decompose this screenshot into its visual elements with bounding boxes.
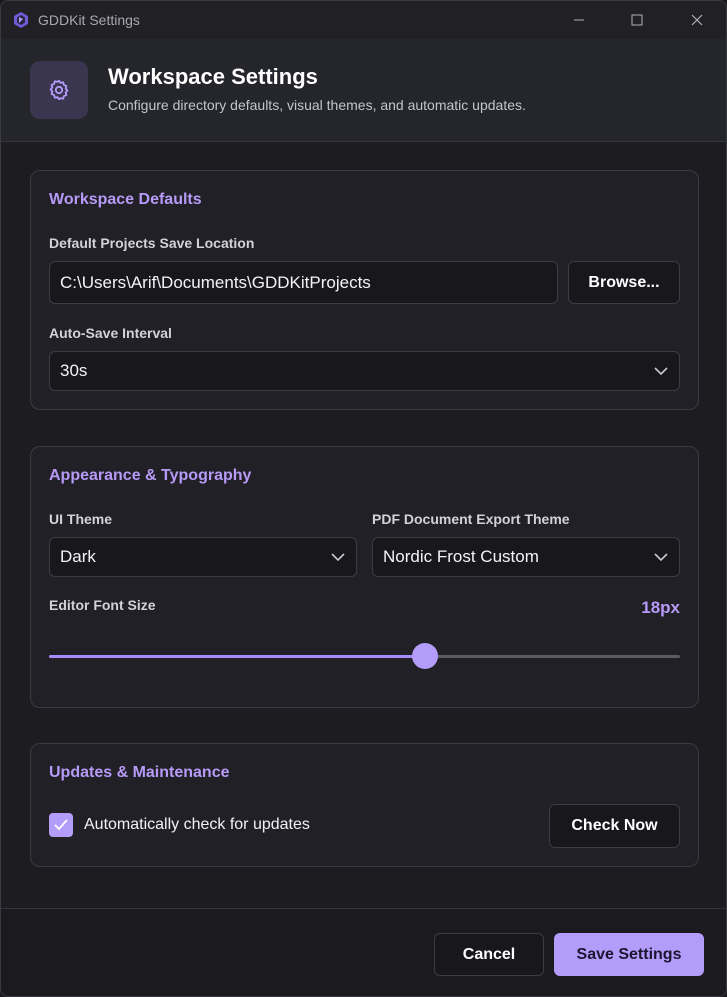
updates-title: Updates & Maintenance — [49, 764, 230, 781]
maximize-button[interactable] — [608, 1, 666, 39]
slider-thumb[interactable] — [412, 643, 439, 669]
checkmark-icon — [54, 819, 68, 831]
close-icon — [691, 14, 703, 26]
title-bar: GDDKit Settings — [1, 1, 726, 39]
maximize-icon — [631, 14, 643, 26]
font-size-slider[interactable] — [49, 643, 680, 669]
cancel-button[interactable]: Cancel — [434, 933, 544, 976]
close-button[interactable] — [668, 1, 726, 39]
updates-card: Updates & Maintenance Automatically chec… — [30, 743, 699, 867]
ui-theme-label: UI Theme — [49, 511, 113, 527]
autosave-select[interactable]: 30s — [49, 351, 680, 391]
auto-check-checkbox[interactable] — [49, 813, 73, 837]
autosave-label: Auto-Save Interval — [49, 325, 172, 341]
save-location-label: Default Projects Save Location — [49, 235, 255, 251]
autosave-selected-value: 30s — [60, 361, 88, 380]
page-subtitle: Configure directory defaults, visual the… — [108, 97, 526, 113]
chevron-down-icon — [654, 553, 668, 562]
save-location-input[interactable]: C:\Users\Arif\Documents\GDDKitProjects — [49, 261, 558, 304]
page-title: Workspace Settings — [108, 64, 318, 89]
window-title: GDDKit Settings — [38, 12, 140, 28]
ui-theme-select[interactable]: Dark — [49, 537, 357, 577]
settings-window: GDDKit Settings Workspace Settings Confi… — [0, 0, 727, 997]
chevron-down-icon — [654, 367, 668, 376]
browse-button[interactable]: Browse... — [568, 261, 680, 304]
appearance-card: Appearance & Typography UI Theme Dark PD… — [30, 446, 699, 708]
settings-header: Workspace Settings Configure directory d… — [1, 39, 726, 142]
pdf-theme-select[interactable]: Nordic Frost Custom — [372, 537, 680, 577]
dialog-footer: Cancel Save Settings — [1, 908, 726, 996]
minimize-button[interactable] — [550, 1, 608, 39]
workspace-defaults-card: Workspace Defaults Default Projects Save… — [30, 170, 699, 410]
font-size-label: Editor Font Size — [49, 597, 156, 613]
pdf-theme-label: PDF Document Export Theme — [372, 511, 570, 527]
chevron-down-icon — [331, 553, 345, 562]
auto-check-label[interactable]: Automatically check for updates — [84, 816, 310, 834]
header-icon-container — [30, 61, 88, 119]
appearance-title: Appearance & Typography — [49, 467, 252, 484]
pdf-theme-selected-value: Nordic Frost Custom — [383, 547, 539, 566]
gear-icon — [49, 79, 69, 101]
slider-fill — [49, 655, 426, 658]
check-now-button[interactable]: Check Now — [549, 804, 680, 848]
app-logo-icon — [14, 12, 28, 28]
font-size-value: 18px — [641, 598, 680, 617]
ui-theme-selected-value: Dark — [60, 547, 96, 566]
workspace-defaults-title: Workspace Defaults — [49, 191, 202, 208]
minimize-icon — [574, 19, 584, 21]
save-settings-button[interactable]: Save Settings — [554, 933, 704, 976]
